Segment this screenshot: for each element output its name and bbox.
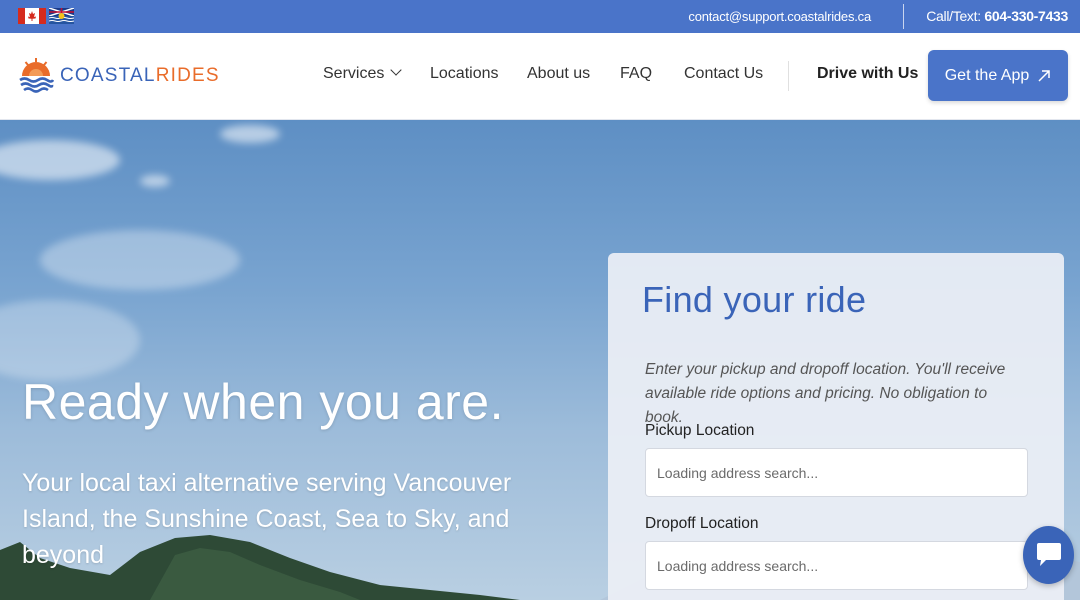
main-navigation: COASTALRIDES Services Locations About us… — [0, 33, 1080, 120]
chevron-down-icon — [390, 64, 403, 76]
phone-label: Call/Text: — [926, 8, 981, 24]
phone-number[interactable]: 604-330-7433 — [984, 8, 1068, 24]
top-contact-bar: contact@support.coastalrides.ca Call/Tex… — [0, 0, 1080, 33]
coastal-rides-logo[interactable]: COASTALRIDES — [18, 55, 220, 97]
cloud-decoration — [140, 175, 170, 187]
cloud-decoration — [40, 230, 240, 290]
nav-locations[interactable]: Locations — [430, 33, 499, 115]
get-the-app-button[interactable]: Get the App — [928, 50, 1068, 101]
bc-flag-icon — [49, 8, 74, 24]
nav-drive-with-us[interactable]: Drive with Us — [817, 33, 918, 115]
nav-divider — [788, 61, 789, 91]
nav-contact[interactable]: Contact Us — [684, 33, 763, 115]
nav-about[interactable]: About us — [527, 33, 590, 115]
hero-section: Ready when you are. Your local taxi alte… — [0, 120, 1080, 600]
logo-text-coastal: COASTAL — [60, 65, 156, 86]
sun-waves-logo-icon — [19, 58, 54, 93]
logo-text-rides: RIDES — [155, 65, 220, 86]
pickup-location-input[interactable] — [645, 448, 1028, 497]
external-arrow-icon — [1038, 69, 1050, 82]
pickup-location-label: Pickup Location — [645, 422, 755, 439]
cloud-decoration — [0, 140, 120, 180]
hero-subtitle: Your local taxi alternative serving Vanc… — [22, 469, 512, 569]
cloud-decoration — [220, 125, 280, 143]
logo-wordmark: COASTALRIDES — [60, 65, 220, 87]
chat-bubble-icon — [1036, 543, 1061, 566]
nav-services[interactable]: Services — [323, 33, 403, 115]
find-ride-card: Find your ride Enter your pickup and dro… — [608, 253, 1064, 600]
nav-services-label: Services — [323, 65, 385, 82]
phone-contact[interactable]: Call/Text: 604-330-7433 — [926, 0, 1068, 33]
find-ride-title: Find your ride — [642, 279, 867, 320]
topbar-divider — [903, 4, 904, 29]
find-ride-description: Enter your pickup and dropoff location. … — [645, 361, 1006, 426]
chat-widget-button[interactable] — [1023, 526, 1074, 584]
support-email-link[interactable]: contact@support.coastalrides.ca — [688, 0, 871, 33]
get-the-app-label: Get the App — [944, 66, 1030, 84]
hero-title: Ready when you are. — [22, 374, 505, 430]
dropoff-location-label: Dropoff Location — [645, 515, 759, 532]
cloud-decoration — [0, 300, 140, 380]
nav-faq[interactable]: FAQ — [620, 33, 652, 115]
dropoff-location-input[interactable] — [645, 541, 1028, 590]
canada-flag-icon — [18, 8, 46, 24]
